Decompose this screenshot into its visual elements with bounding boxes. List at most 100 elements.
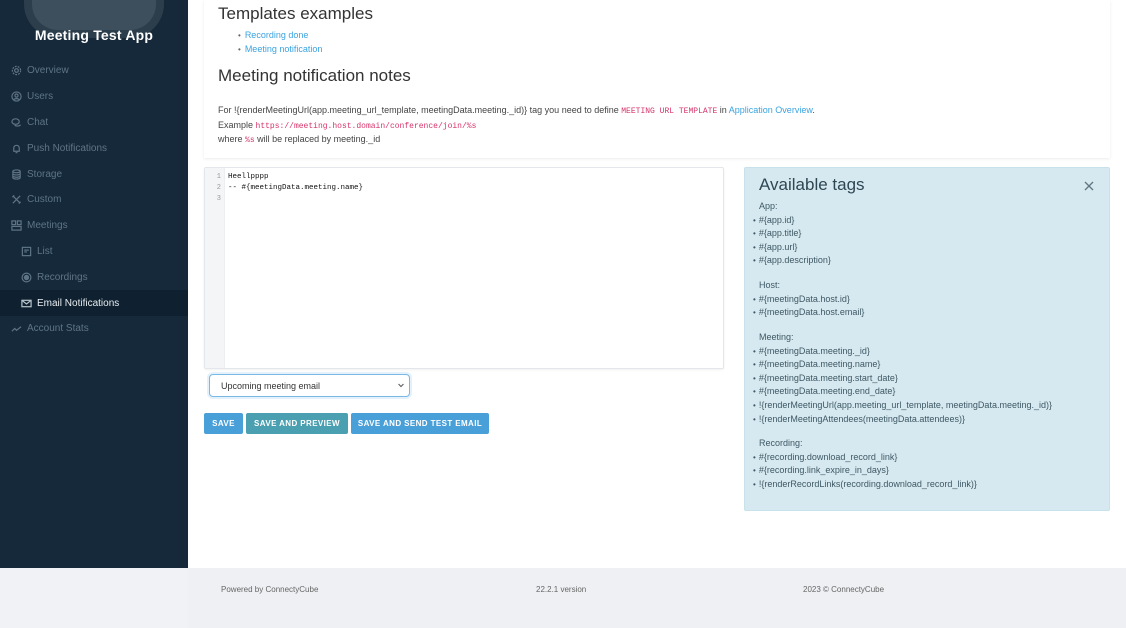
- tag-item: #{meetingData.host.id}: [753, 293, 864, 307]
- sidebar-item-custom[interactable]: Custom: [0, 187, 188, 213]
- note-line-3: where %s will be replaced by meeting._id: [218, 133, 815, 148]
- sidebar-item-label: Chat: [27, 116, 49, 128]
- code-content[interactable]: Heellpppp -- #{meetingData.meeting.name}: [225, 168, 363, 368]
- sidebar-item-meetings[interactable]: Meetings: [0, 213, 188, 239]
- email-template-select[interactable]: Upcoming meeting email: [209, 374, 410, 397]
- sidebar-item-label: Recordings: [37, 271, 88, 283]
- chat-icon: [10, 116, 23, 129]
- sidebar-item-label: Push Notifications: [27, 142, 108, 154]
- sidebar-item-label: List: [37, 245, 53, 257]
- tag-item: #{recording.link_expire_in_days}: [753, 464, 977, 478]
- database-icon: [10, 168, 23, 181]
- code-line[interactable]: -- #{meetingData.meeting.name}: [228, 183, 363, 194]
- user-icon: [10, 90, 23, 103]
- save-and-send-test-email-button[interactable]: SAVE AND SEND TEST EMAIL: [351, 413, 489, 434]
- tag-item: #{meetingData.meeting._id}: [753, 345, 1052, 359]
- note-text: will be replaced by meeting._id: [254, 134, 381, 144]
- app-title: Meeting Test App: [34, 27, 154, 43]
- code-line[interactable]: Heellpppp: [228, 172, 363, 183]
- application-overview-link[interactable]: Application Overview: [729, 105, 813, 115]
- tag-item: #{recording.download_record_link}: [753, 451, 977, 465]
- note-text: Example: [218, 119, 256, 130]
- tag-group-app: App: #{app.id} #{app.title} #{app.url} #…: [759, 200, 831, 268]
- sidebar-item-account-stats[interactable]: Account Stats: [0, 316, 188, 342]
- sidebar-item-label: Custom: [27, 194, 62, 206]
- note-text: where: [218, 134, 246, 144]
- template-code-editor[interactable]: 1 2 3 Heellpppp -- #{meetingData.meeting…: [204, 167, 724, 369]
- tag-item: #{meetingData.meeting.end_date}: [753, 385, 1052, 399]
- template-link-meeting-notification[interactable]: Meeting notification: [245, 44, 323, 54]
- tag-item: !{renderMeetingUrl(app.meeting_url_templ…: [753, 399, 1052, 413]
- save-and-preview-button[interactable]: SAVE AND PREVIEW: [246, 413, 348, 434]
- templates-info-card: Templates examples Recording done Meetin…: [204, 0, 1110, 158]
- tag-group-host: Host: #{meetingData.host.id} #{meetingDa…: [759, 279, 865, 320]
- tag-item: !{renderRecordLinks(recording.download_r…: [753, 478, 977, 492]
- sidebar-item-list[interactable]: List: [0, 239, 188, 265]
- tag-item: #{app.id}: [753, 214, 831, 228]
- mail-icon: [20, 297, 33, 310]
- line-number-gutter: 1 2 3: [205, 168, 225, 368]
- sidebar-item-recordings[interactable]: Recordings: [0, 264, 188, 290]
- sidebar-item-label: Account Stats: [27, 323, 89, 335]
- sidebar-item-label: Overview: [27, 65, 69, 77]
- footer-version: 22.2.1 version: [536, 585, 587, 594]
- sidebar-nav: Overview Users Chat Push Notifications S…: [0, 58, 188, 342]
- sidebar-item-storage[interactable]: Storage: [0, 161, 188, 187]
- tag-group-recording: Recording: #{recording.download_record_l…: [759, 437, 977, 491]
- tag-item: #{app.title}: [753, 227, 831, 241]
- tag-group-title: App:: [759, 201, 778, 211]
- tag-group-title: Recording:: [759, 438, 803, 448]
- note-line-1: For !{renderMeetingUrl(app.meeting_url_t…: [218, 104, 815, 119]
- chevron-down-icon: [397, 381, 405, 389]
- sidebar-item-overview[interactable]: Overview: [0, 58, 188, 84]
- template-link-recording-done[interactable]: Recording done: [245, 30, 309, 40]
- note-code: https://meeting.host.domain/conference/j…: [255, 121, 477, 131]
- tag-group-title: Meeting:: [759, 332, 794, 342]
- meetings-icon: [10, 219, 23, 232]
- note-line-2: Example https://meeting.host.domain/conf…: [218, 119, 815, 134]
- footer-powered-by: Powered by ConnectyCube: [221, 585, 319, 594]
- tag-group-title: Host:: [759, 280, 781, 290]
- sidebar-item-label: Meetings: [27, 220, 68, 232]
- notes-heading: Meeting notification notes: [218, 66, 411, 85]
- gear-icon: [10, 64, 23, 77]
- tag-item: #{meetingData.meeting.name}: [753, 358, 1052, 372]
- code-line[interactable]: [228, 194, 363, 205]
- tag-list: #{meetingData.host.id} #{meetingData.hos…: [753, 293, 865, 320]
- close-icon[interactable]: [1084, 178, 1096, 191]
- tag-list: #{recording.download_record_link} #{reco…: [753, 451, 977, 492]
- note-text: in: [717, 105, 729, 115]
- sidebar-item-users[interactable]: Users: [0, 84, 188, 110]
- template-link-item: Meeting notification: [238, 42, 323, 56]
- sidebar-item-label: Email Notifications: [37, 297, 120, 309]
- line-number: 1: [216, 173, 221, 181]
- sidebar-item-label: Users: [27, 91, 54, 103]
- bell-icon: [10, 142, 23, 155]
- record-icon: [20, 271, 33, 284]
- sidebar-item-label: Storage: [27, 168, 63, 180]
- chart-line-icon: [10, 322, 23, 335]
- footer-copyright: 2023 © ConnectyCube: [803, 585, 885, 594]
- note-code: MEETING URL TEMPLATE: [621, 107, 718, 116]
- tag-group-meeting: Meeting: #{meetingData.meeting._id} #{me…: [759, 331, 1052, 426]
- sidebar: Meeting Test App Overview Users Chat Pus…: [0, 0, 188, 568]
- sidebar-item-email-notifications[interactable]: Email Notifications: [0, 290, 188, 316]
- tag-item: #{app.url}: [753, 241, 831, 255]
- line-number: 2: [216, 184, 221, 192]
- sidebar-item-chat[interactable]: Chat: [0, 110, 188, 136]
- note-text: .: [812, 105, 815, 115]
- note-text: For !{renderMeetingUrl(app.meeting_url_t…: [218, 105, 622, 115]
- sidebar-item-push-notifications[interactable]: Push Notifications: [0, 135, 188, 161]
- tools-icon: [10, 193, 23, 206]
- tag-item: #{app.description}: [753, 254, 831, 268]
- available-tags-panel: Available tags App: #{app.id} #{app.titl…: [744, 167, 1110, 511]
- save-button[interactable]: SAVE: [204, 413, 243, 434]
- line-number: 3: [216, 195, 221, 203]
- available-tags-title: Available tags: [759, 175, 865, 194]
- tag-item: !{renderMeetingAttendees(meetingData.att…: [753, 413, 1052, 427]
- footer: Powered by ConnectyCube 22.2.1 version 2…: [188, 568, 1126, 628]
- templates-heading: Templates examples: [218, 4, 373, 23]
- note-code: %s: [245, 136, 255, 145]
- tag-list: #{meetingData.meeting._id} #{meetingData…: [753, 345, 1052, 427]
- list-icon: [20, 245, 33, 258]
